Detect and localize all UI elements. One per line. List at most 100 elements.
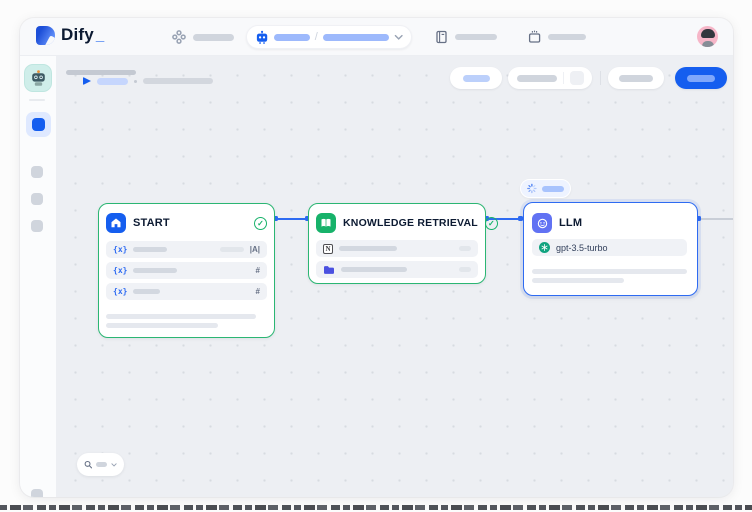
dataset-meta-placeholder bbox=[459, 246, 471, 251]
app-switcher[interactable]: / bbox=[246, 25, 412, 49]
node-description-placeholder bbox=[106, 323, 218, 328]
robot-icon bbox=[255, 30, 269, 45]
node-llm[interactable]: LLM gpt-3.5-turbo bbox=[523, 202, 698, 296]
nav-docs-label-placeholder bbox=[455, 34, 497, 40]
app-name-placeholder bbox=[274, 34, 310, 41]
folder-icon bbox=[323, 265, 335, 275]
sidebar-divider bbox=[29, 99, 45, 101]
success-check-icon: ✓ bbox=[254, 217, 267, 230]
start-variable-row[interactable]: {x} |A| bbox=[106, 241, 267, 258]
node-description-placeholder bbox=[532, 269, 687, 274]
nav-explore[interactable] bbox=[172, 30, 234, 44]
zoom-level-placeholder bbox=[96, 462, 107, 467]
book-open-icon bbox=[316, 213, 336, 233]
home-icon bbox=[106, 213, 126, 233]
node-description-placeholder bbox=[106, 314, 256, 319]
variable-token: {x} bbox=[113, 245, 127, 254]
variable-token: {x} bbox=[113, 266, 127, 275]
edge-start-to-knowledge[interactable] bbox=[275, 218, 308, 220]
toolbar-divider bbox=[600, 71, 601, 85]
nav-updates[interactable] bbox=[528, 30, 586, 44]
preview-label-placeholder bbox=[619, 75, 653, 82]
zoom-search-icon bbox=[84, 459, 92, 470]
publish-button[interactable] bbox=[675, 67, 727, 89]
nav-explore-label-placeholder bbox=[193, 34, 234, 41]
run-label-placeholder bbox=[97, 78, 128, 85]
current-app-icon[interactable] bbox=[24, 64, 52, 92]
success-check-icon: ✓ bbox=[485, 217, 498, 230]
llm-icon bbox=[532, 213, 552, 233]
logo-notch bbox=[44, 35, 55, 45]
status-separator-dot bbox=[134, 80, 137, 83]
type-label: # bbox=[256, 287, 260, 296]
nav-docs[interactable] bbox=[435, 30, 497, 44]
run-history-chip[interactable] bbox=[570, 71, 584, 85]
split-divider bbox=[563, 72, 564, 84]
spinner-label-placeholder bbox=[542, 186, 564, 192]
llm-model-row[interactable]: gpt-3.5-turbo bbox=[532, 239, 687, 256]
active-item-glyph bbox=[32, 118, 45, 131]
knowledge-dataset-row[interactable]: N bbox=[316, 240, 478, 257]
variable-token: {x} bbox=[113, 287, 127, 296]
start-variable-row[interactable]: {x} # bbox=[106, 283, 267, 300]
sidebar-item-3[interactable] bbox=[31, 193, 43, 205]
docs-book-icon bbox=[435, 30, 448, 44]
variable-name-placeholder bbox=[133, 289, 160, 294]
zoom-control[interactable] bbox=[77, 453, 124, 476]
run-meta-placeholder bbox=[143, 78, 213, 84]
variable-type: |A| bbox=[220, 245, 260, 254]
node-title: LLM bbox=[559, 217, 582, 229]
node-title: START bbox=[133, 217, 170, 229]
preview-button[interactable] bbox=[608, 67, 664, 89]
edge-llm-outgoing[interactable] bbox=[699, 218, 733, 220]
features-label-placeholder bbox=[463, 75, 490, 82]
variable-name-placeholder bbox=[133, 268, 177, 273]
variable-name-placeholder bbox=[133, 247, 167, 252]
dify-logo-icon bbox=[36, 26, 55, 45]
nav-updates-label-placeholder bbox=[548, 34, 586, 40]
background-text-strip bbox=[0, 505, 752, 510]
features-button[interactable] bbox=[450, 67, 502, 89]
switcher-slash: / bbox=[315, 31, 318, 43]
sidebar-item-bottom[interactable] bbox=[31, 489, 43, 497]
updates-tv-icon bbox=[528, 30, 541, 44]
run-split-button[interactable] bbox=[508, 67, 592, 89]
chevron-down-icon bbox=[394, 34, 403, 41]
node-knowledge-retrieval[interactable]: KNOWLEDGE RETRIEVAL ✓ N bbox=[308, 203, 486, 284]
avatar-body bbox=[702, 41, 714, 47]
node-title: KNOWLEDGE RETRIEVAL bbox=[343, 217, 478, 229]
node-description-placeholder bbox=[532, 278, 624, 283]
play-icon[interactable] bbox=[83, 77, 91, 85]
sidebar bbox=[20, 56, 56, 497]
model-name: gpt-3.5-turbo bbox=[556, 243, 608, 253]
brand-name: Dify bbox=[61, 25, 94, 45]
openai-icon bbox=[539, 242, 550, 253]
type-label: |A| bbox=[250, 245, 260, 254]
dataset-name-placeholder bbox=[341, 267, 407, 272]
run-button-label-placeholder bbox=[517, 75, 557, 82]
user-avatar[interactable] bbox=[697, 26, 718, 47]
dify-logo[interactable]: Dify _ bbox=[36, 25, 104, 45]
type-label: # bbox=[256, 266, 260, 275]
brand-accent: _ bbox=[96, 27, 104, 44]
workflow-title-placeholder bbox=[66, 70, 136, 75]
avatar-hair bbox=[701, 29, 715, 38]
node-start[interactable]: START ✓ {x} |A| {x} # {x} # bbox=[98, 203, 275, 338]
node-knowledge-header: KNOWLEDGE RETRIEVAL ✓ bbox=[316, 211, 478, 235]
dataset-meta-placeholder bbox=[459, 267, 471, 272]
node-running-indicator bbox=[520, 179, 571, 198]
sidebar-item-active[interactable] bbox=[26, 112, 51, 137]
start-variable-row[interactable]: {x} # bbox=[106, 262, 267, 279]
workflow-name-placeholder bbox=[323, 34, 389, 41]
workflow-run-status bbox=[83, 77, 213, 85]
dataset-name-placeholder bbox=[339, 246, 397, 251]
notion-page-icon: N bbox=[323, 244, 333, 254]
explore-icon bbox=[172, 30, 186, 44]
variable-value-placeholder bbox=[220, 247, 244, 252]
knowledge-dataset-row[interactable] bbox=[316, 261, 478, 278]
sidebar-item-2[interactable] bbox=[31, 166, 43, 178]
sidebar-item-4[interactable] bbox=[31, 220, 43, 232]
workflow-canvas[interactable]: START ✓ {x} |A| {x} # {x} # bbox=[56, 56, 733, 497]
top-bar: Dify _ / bbox=[20, 18, 733, 56]
node-start-header: START ✓ bbox=[106, 211, 267, 235]
